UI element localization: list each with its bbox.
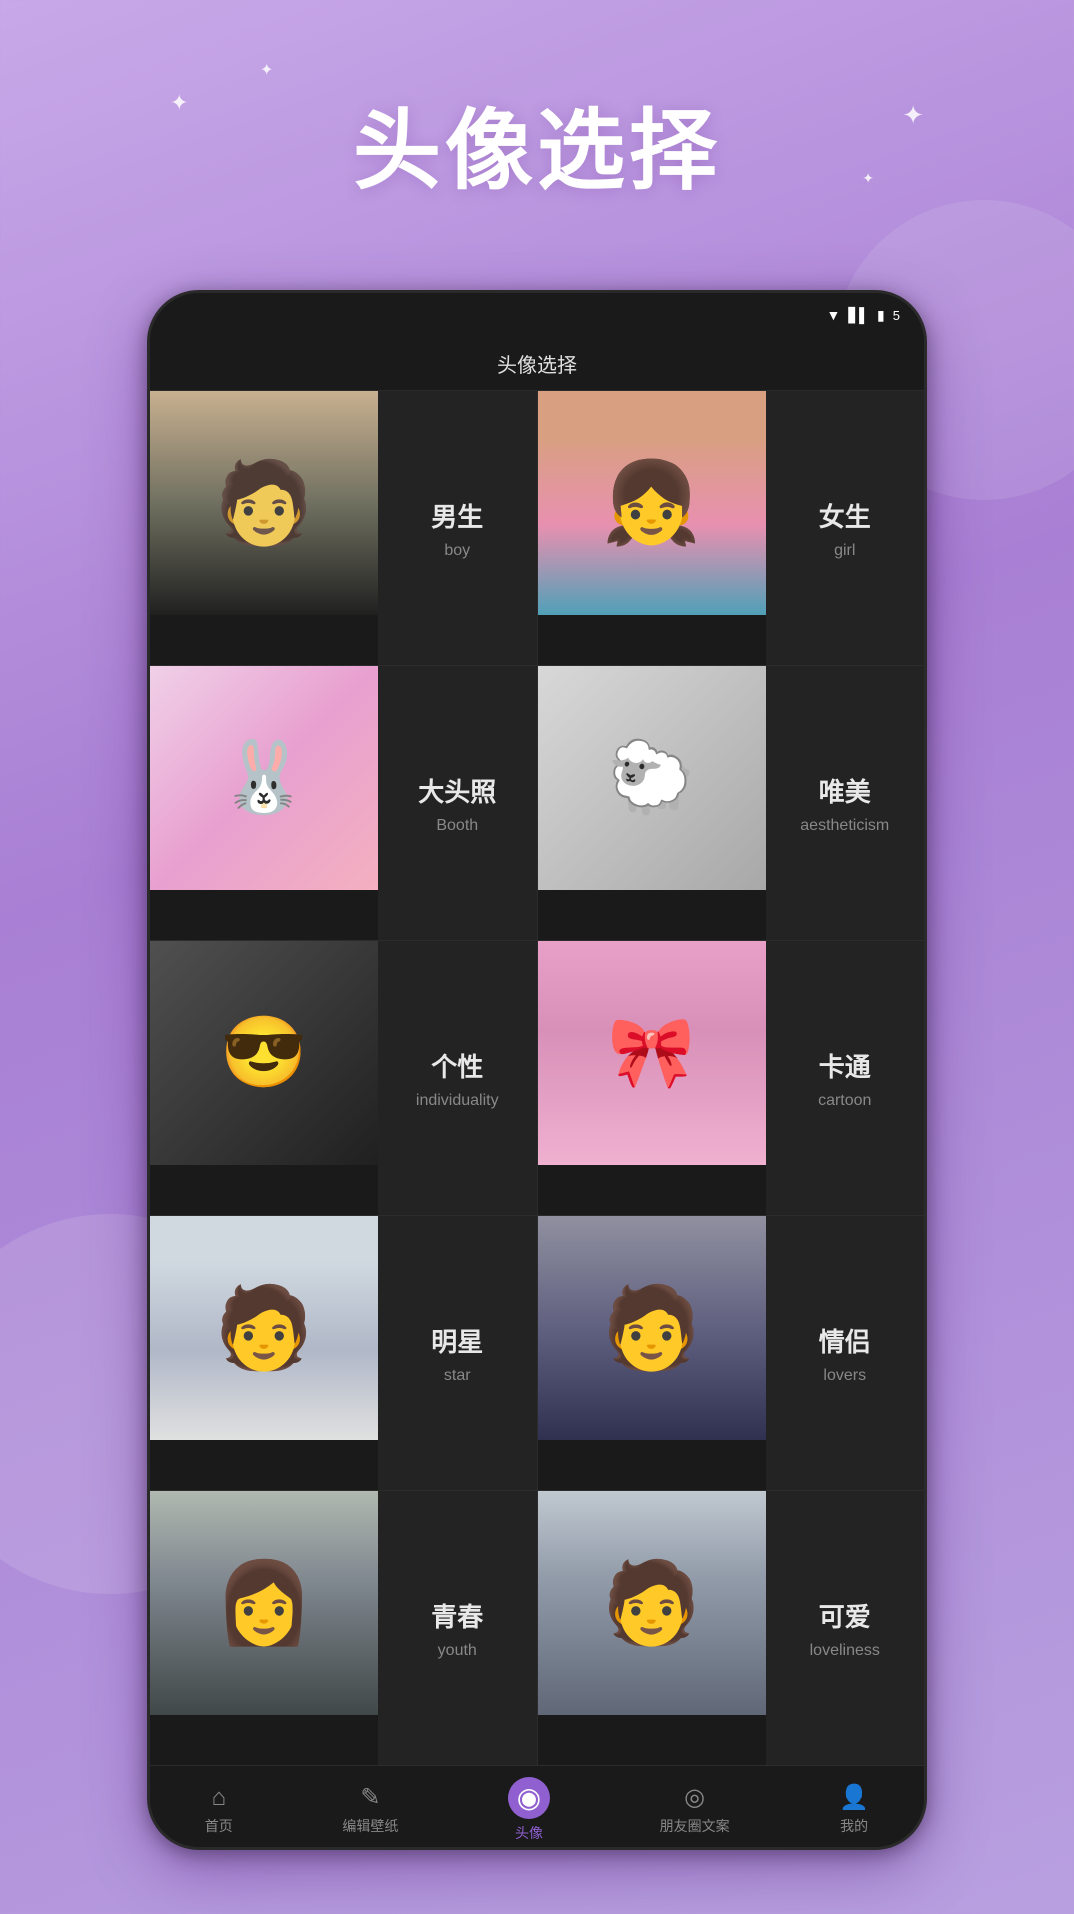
top-navigation: 头像选择 — [150, 337, 924, 391]
star-en-label: star — [444, 1367, 471, 1385]
booth-en-label: Booth — [436, 817, 478, 835]
nav-item-mine[interactable]: 👤 我的 — [819, 1775, 889, 1844]
grid-content-area: 🧑 男生 boy 👧 女生 girl 🐰 大头照 Booth — [150, 391, 924, 1765]
mine-label: 我的 — [840, 1816, 868, 1836]
bottom-navigation: ⌂ 首页 ✎ 编辑壁纸 ◉ 头像 ◎ 朋友圈文案 👤 我的 — [150, 1765, 924, 1850]
nav-title: 头像选择 — [497, 349, 577, 378]
star-zh-label: 明星 — [431, 1322, 483, 1359]
signal-icon: ▋▌ — [848, 307, 869, 324]
boy-en-label: boy — [444, 542, 470, 560]
aestheticism-label-cell[interactable]: 唯美 aestheticism — [766, 666, 925, 940]
lovers-photo[interactable]: 🧑 — [538, 1216, 766, 1440]
grid-row-star-lovers: 🧑 明星 star 🧑 情侣 lovers — [150, 1216, 924, 1491]
edit-wallpaper-label: 编辑壁纸 — [342, 1816, 398, 1836]
phone-frame: ▼ ▋▌ ▮ 5 头像选择 🧑 男生 boy 👧 女生 girl — [147, 290, 927, 1850]
nav-item-edit-wallpaper[interactable]: ✎ 编辑壁纸 — [322, 1775, 418, 1844]
moments-icon: ◎ — [684, 1783, 705, 1812]
cartoon-photo[interactable]: 🎀 — [538, 941, 766, 1165]
star-label-cell[interactable]: 明星 star — [378, 1216, 538, 1490]
youth-photo[interactable]: 👩 — [150, 1491, 378, 1715]
individuality-en-label: individuality — [416, 1092, 499, 1110]
avatar-icon: ◉ — [508, 1777, 550, 1819]
nav-item-avatar[interactable]: ◉ 头像 — [488, 1769, 570, 1851]
cartoon-en-label: cartoon — [818, 1092, 871, 1110]
loveliness-en-label: loveliness — [810, 1642, 880, 1660]
cute-photo[interactable]: 🧑 — [538, 1491, 766, 1715]
edit-wallpaper-icon: ✎ — [360, 1783, 380, 1812]
girl-photo[interactable]: 👧 — [538, 391, 766, 615]
hero-title: 头像选择 — [0, 80, 1074, 207]
booth-photo[interactable]: 🐰 — [150, 666, 378, 890]
youth-label-cell[interactable]: 青春 youth — [378, 1491, 538, 1765]
cartoon-label-cell[interactable]: 卡通 cartoon — [766, 941, 925, 1215]
star-photo[interactable]: 🧑 — [150, 1216, 378, 1440]
individuality-label-cell[interactable]: 个性 individuality — [378, 941, 538, 1215]
boy-photo[interactable]: 🧑 — [150, 391, 378, 615]
aestheticism-photo[interactable]: 🐑 — [538, 666, 766, 890]
aestheticism-zh-label: 唯美 — [819, 772, 871, 809]
grid-row-boy-girl: 🧑 男生 boy 👧 女生 girl — [150, 391, 924, 666]
aestheticism-en-label: aestheticism — [800, 817, 889, 835]
boy-zh-label: 男生 — [431, 497, 483, 534]
grid-row-youth-loveliness: 👩 青春 youth 🧑 可爱 loveliness — [150, 1491, 924, 1765]
nav-item-moments[interactable]: ◎ 朋友圈文案 — [640, 1775, 750, 1844]
individuality-zh-label: 个性 — [431, 1047, 483, 1084]
grid-row-booth-aestheticism: 🐰 大头照 Booth 🐑 唯美 aestheticism — [150, 666, 924, 941]
lovers-en-label: lovers — [823, 1367, 866, 1385]
lovers-label-cell[interactable]: 情侣 lovers — [766, 1216, 925, 1490]
mine-icon: 👤 — [839, 1783, 869, 1812]
loveliness-label-cell[interactable]: 可爱 loveliness — [766, 1491, 925, 1765]
girl-zh-label: 女生 — [819, 497, 871, 534]
avatar-label: 头像 — [515, 1823, 543, 1843]
boy-label-cell[interactable]: 男生 boy — [378, 391, 538, 665]
youth-zh-label: 青春 — [431, 1597, 483, 1634]
sparkle-2: ✦ — [260, 60, 273, 80]
grid-row-individuality-cartoon: 😎 个性 individuality 🎀 卡通 cartoon — [150, 941, 924, 1216]
lovers-zh-label: 情侣 — [819, 1322, 871, 1359]
youth-en-label: youth — [438, 1642, 477, 1660]
booth-zh-label: 大头照 — [418, 772, 496, 809]
nav-item-home[interactable]: ⌂ 首页 — [185, 1776, 253, 1844]
individuality-photo[interactable]: 😎 — [150, 941, 378, 1165]
cartoon-zh-label: 卡通 — [819, 1047, 871, 1084]
wifi-icon: ▼ — [827, 307, 841, 323]
girl-label-cell[interactable]: 女生 girl — [766, 391, 925, 665]
loveliness-zh-label: 可爱 — [819, 1597, 871, 1634]
status-bar: ▼ ▋▌ ▮ 5 — [150, 293, 924, 337]
booth-label-cell[interactable]: 大头照 Booth — [378, 666, 538, 940]
moments-label: 朋友圈文案 — [660, 1816, 730, 1836]
girl-en-label: girl — [834, 542, 855, 560]
time-display: 5 — [893, 308, 900, 323]
home-label: 首页 — [205, 1816, 233, 1836]
battery-icon: ▮ — [877, 307, 885, 324]
home-icon: ⌂ — [212, 1784, 227, 1812]
